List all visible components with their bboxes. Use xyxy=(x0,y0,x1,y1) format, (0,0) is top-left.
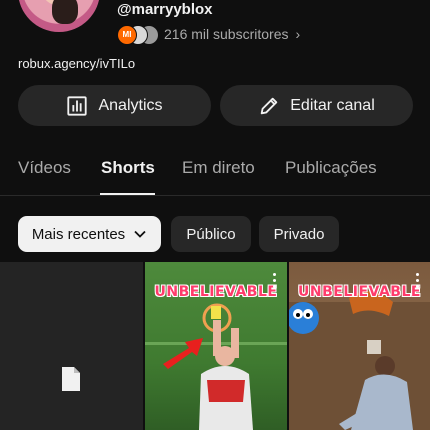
analytics-icon xyxy=(67,95,88,116)
pencil-icon xyxy=(261,97,278,114)
tab-shorts[interactable]: Shorts xyxy=(101,158,155,178)
more-options-icon[interactable] xyxy=(273,273,277,291)
channel-link[interactable]: robux.agency/ivTILo xyxy=(18,56,135,71)
tabs-divider xyxy=(0,195,430,196)
channel-avatar[interactable] xyxy=(18,0,100,32)
subscriber-avatars: MI xyxy=(117,25,159,45)
document-icon xyxy=(62,367,80,391)
xiaomi-badge-icon: MI xyxy=(117,25,137,45)
chevron-right-icon: › xyxy=(295,26,301,42)
tab-live[interactable]: Em direto xyxy=(182,158,255,178)
more-options-icon[interactable] xyxy=(416,273,420,291)
short-thumbnail[interactable]: UNBELIEVABLE xyxy=(289,262,430,430)
short-overlay-text: UNBELIEVABLE xyxy=(154,284,278,300)
channel-handle: @marryyblox xyxy=(117,1,213,18)
sort-label: Mais recentes xyxy=(31,225,126,243)
short-overlay-text: UNBELIEVABLE xyxy=(298,284,421,300)
subscribers-row[interactable]: MI 216 mil subscritores › xyxy=(117,24,301,45)
filter-public-chip[interactable]: Público xyxy=(171,216,251,252)
tab-posts[interactable]: Publicações xyxy=(285,158,377,178)
edit-channel-button[interactable]: Editar canal xyxy=(220,85,413,126)
analytics-button[interactable]: Analytics xyxy=(18,85,211,126)
sort-dropdown[interactable]: Mais recentes xyxy=(18,216,161,252)
filter-private-chip[interactable]: Privado xyxy=(259,216,339,252)
short-thumbnail[interactable]: UNBELIEVABLE xyxy=(145,262,287,430)
analytics-label: Analytics xyxy=(98,96,163,114)
short-thumbnail[interactable] xyxy=(0,262,143,430)
subscriber-count: 216 mil subscritores xyxy=(164,26,289,42)
edit-channel-label: Editar canal xyxy=(290,96,375,114)
tab-videos[interactable]: Vídeos xyxy=(18,158,71,178)
chevron-down-icon xyxy=(134,230,146,238)
